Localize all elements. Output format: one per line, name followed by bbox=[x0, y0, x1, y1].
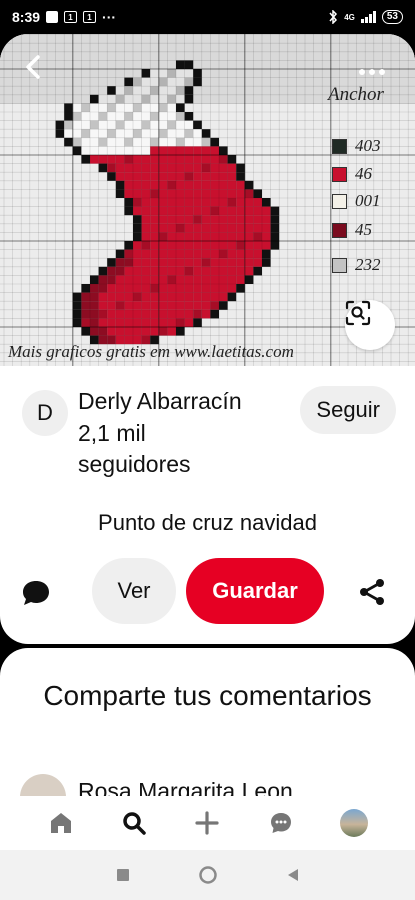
circle-icon bbox=[198, 866, 217, 884]
plus-icon bbox=[195, 811, 220, 835]
legend-code: 45 bbox=[355, 220, 372, 239]
back-system-button[interactable] bbox=[278, 860, 308, 890]
recents-button[interactable] bbox=[108, 860, 138, 890]
legend-swatch bbox=[332, 222, 347, 238]
legend-title: Anchor bbox=[328, 84, 384, 105]
legend-item-45: 45 bbox=[332, 220, 372, 240]
triangle-back-icon bbox=[287, 869, 298, 881]
more-options-button[interactable] bbox=[355, 62, 389, 82]
legend-code: 403 bbox=[355, 136, 381, 155]
pin-title: Punto de cruz navidad bbox=[98, 510, 317, 535]
save-button[interactable]: Guardar bbox=[186, 558, 324, 624]
battery-icon: 53 bbox=[381, 10, 403, 24]
comment-button[interactable] bbox=[20, 578, 54, 608]
profile-icon bbox=[340, 809, 369, 837]
author-row: D Derly Albarracín 2,1 mil seguidores Se… bbox=[22, 386, 402, 477]
bottom-navigation bbox=[0, 796, 415, 850]
more-dot bbox=[379, 69, 385, 75]
status-time: 8:39 bbox=[12, 9, 41, 25]
search-icon bbox=[123, 812, 146, 835]
visual-search-icon bbox=[345, 300, 371, 326]
legend-code: 46 bbox=[355, 164, 372, 183]
share-icon bbox=[360, 579, 384, 605]
status-right: 4G 53 bbox=[328, 10, 403, 24]
legend-code: 001 bbox=[355, 191, 381, 210]
chevron-left-icon bbox=[26, 55, 40, 79]
legend-swatch bbox=[332, 193, 347, 209]
notification-app-icon bbox=[46, 11, 59, 23]
visual-search-button[interactable] bbox=[345, 300, 395, 350]
legend-code: 232 bbox=[355, 255, 381, 274]
legend-swatch bbox=[332, 166, 347, 182]
view-button[interactable]: Ver bbox=[92, 558, 176, 624]
comment-icon bbox=[23, 581, 49, 605]
home-system-button[interactable] bbox=[193, 860, 223, 890]
notification-box-icon: 1 bbox=[64, 11, 78, 23]
messages-icon bbox=[270, 813, 291, 833]
legend-swatch bbox=[332, 138, 347, 154]
action-row: Ver Guardar bbox=[0, 558, 415, 626]
battery-level: 53 bbox=[386, 11, 398, 22]
author-followers: 2,1 mil seguidores bbox=[78, 420, 191, 477]
more-dot bbox=[369, 69, 375, 75]
home-icon bbox=[50, 813, 71, 833]
legend-item-403: 403 bbox=[332, 136, 381, 156]
share-button[interactable] bbox=[356, 576, 388, 608]
nav-profile[interactable] bbox=[334, 803, 374, 843]
legend-item-232: 232 bbox=[332, 255, 381, 275]
nav-search[interactable] bbox=[114, 803, 154, 843]
network-type: 4G bbox=[344, 12, 355, 22]
comments-title: Comparte tus comentarios bbox=[43, 680, 372, 711]
system-navigation bbox=[0, 850, 415, 900]
bluetooth-icon bbox=[329, 10, 338, 24]
nav-home[interactable] bbox=[41, 803, 81, 843]
author-initial: D bbox=[37, 400, 53, 425]
author-avatar[interactable]: D bbox=[22, 390, 68, 436]
legend-swatch bbox=[332, 257, 347, 273]
status-left: 8:39 1 1 ··· bbox=[12, 9, 116, 25]
square-icon bbox=[116, 869, 129, 881]
nav-messages[interactable] bbox=[261, 803, 301, 843]
notification-more: ··· bbox=[102, 9, 117, 25]
pin-image[interactable]: Anchor 403 46 001 45 232 Mais graficos g… bbox=[0, 34, 415, 366]
legend-item-001: 001 bbox=[332, 191, 381, 211]
signal-icon bbox=[360, 11, 376, 23]
image-watermark: Mais graficos gratis em www.laetitas.com bbox=[8, 342, 294, 361]
back-button[interactable] bbox=[22, 54, 62, 94]
status-bar: 8:39 1 1 ··· 4G 53 bbox=[0, 0, 415, 34]
more-horizontal-icon bbox=[359, 69, 365, 75]
legend-item-46: 46 bbox=[332, 164, 372, 184]
screen: 8:39 1 1 ··· 4G 53 Anchor 403 46 001 45 … bbox=[0, 0, 415, 900]
author-name[interactable]: Derly Albarracín bbox=[78, 388, 242, 415]
nav-create[interactable] bbox=[187, 803, 227, 843]
pin-card: Anchor 403 46 001 45 232 Mais graficos g… bbox=[0, 34, 415, 644]
follow-button[interactable]: Seguir bbox=[300, 386, 396, 434]
notification-box-icon-2: 1 bbox=[83, 11, 97, 23]
comments-card: Comparte tus comentarios Rosa Margarita … bbox=[0, 648, 415, 808]
